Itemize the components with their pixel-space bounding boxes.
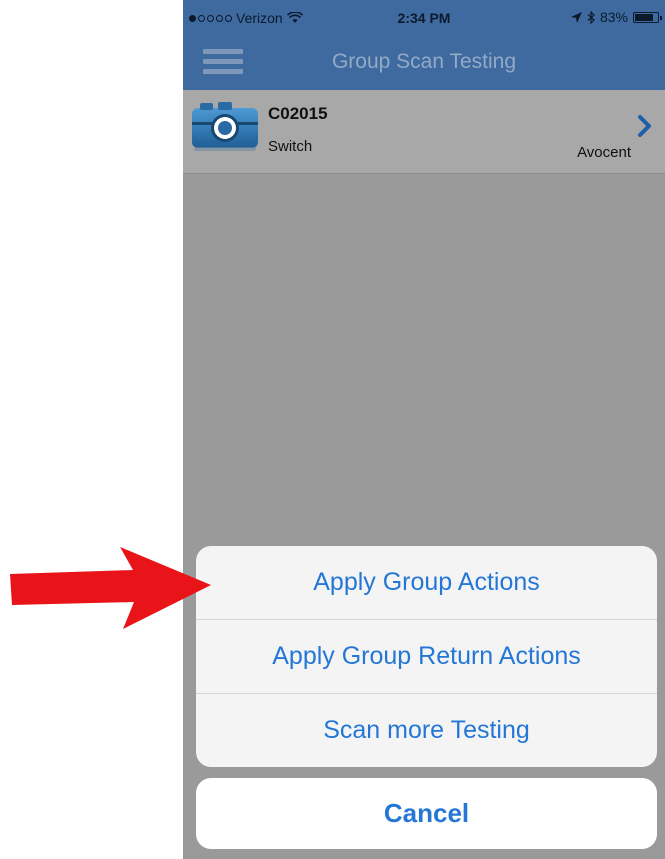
- battery-icon: [633, 11, 662, 23]
- battery-level-fill: [635, 13, 654, 21]
- action-sheet: Apply Group Actions Apply Group Return A…: [196, 546, 657, 767]
- status-bar-right: 83%: [570, 9, 662, 25]
- bluetooth-icon: [587, 10, 595, 24]
- cancel-button[interactable]: Cancel: [196, 778, 657, 849]
- red-arrow-icon: [10, 547, 211, 629]
- item-id: C02015: [268, 104, 328, 123]
- list-item[interactable]: C02015 Switch Avocent: [183, 90, 665, 174]
- item-vendor: Avocent: [577, 144, 631, 161]
- apply-group-actions-button[interactable]: Apply Group Actions: [196, 546, 657, 620]
- battery-percent: 83%: [599, 9, 628, 25]
- chevron-right-icon: [638, 115, 651, 137]
- scan-more-testing-button[interactable]: Scan more Testing: [196, 694, 657, 767]
- location-arrow-icon: [570, 11, 582, 23]
- status-bar: Verizon 2:34 PM 83%: [183, 0, 665, 38]
- navigation-bar: Group Scan Testing: [183, 38, 665, 90]
- item-type: Switch: [268, 138, 313, 155]
- apply-group-return-actions-button[interactable]: Apply Group Return Actions: [196, 620, 657, 694]
- page-title: Group Scan Testing: [331, 50, 517, 73]
- camera-icon: [192, 102, 258, 151]
